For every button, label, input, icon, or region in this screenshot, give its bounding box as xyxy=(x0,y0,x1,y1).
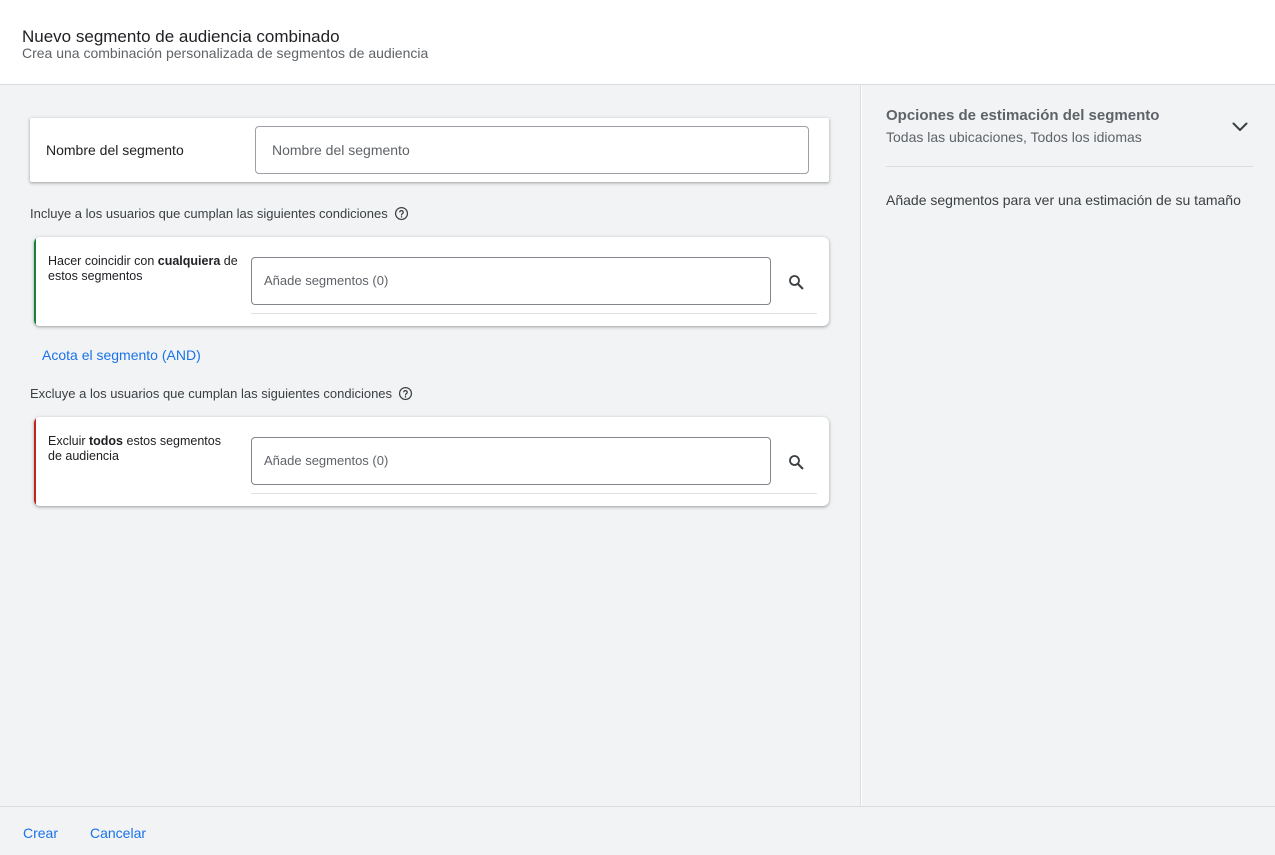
include-condition-text: Hacer coincidir con cualquiera de estos … xyxy=(48,254,238,284)
exclude-divider xyxy=(251,493,817,494)
search-icon[interactable] xyxy=(784,450,808,474)
estimation-panel: Opciones de estimación del segmento Toda… xyxy=(862,85,1275,806)
include-stripe xyxy=(34,237,36,326)
dialog-header: Nuevo segmento de audiencia combinado Cr… xyxy=(0,0,1275,85)
exclude-heading-text: Excluye a los usuarios que cumplan las s… xyxy=(30,386,393,401)
exclude-condition-card: Excluir todos estos segmentos de audienc… xyxy=(34,417,829,506)
create-button[interactable]: Crear xyxy=(23,825,58,841)
narrow-segment-link[interactable]: Acota el segmento (AND) xyxy=(42,347,201,363)
help-circle-icon[interactable] xyxy=(394,206,409,221)
exclude-heading: Excluye a los usuarios que cumplan las s… xyxy=(30,386,413,401)
segment-name-input[interactable]: Nombre del segmento xyxy=(255,126,809,174)
include-segments-input[interactable]: Añade segmentos (0) xyxy=(251,257,771,305)
include-heading: Incluye a los usuarios que cumplan las s… xyxy=(30,206,409,221)
segment-builder-panel: Nombre del segmento Nombre del segmento … xyxy=(0,85,861,806)
include-condition-card: Hacer coincidir con cualquiera de estos … xyxy=(34,237,829,326)
estimation-subtitle: Todas las ubicaciones, Todos los idiomas xyxy=(886,129,1142,145)
dialog-subtitle: Crea una combinación personalizada de se… xyxy=(22,45,429,61)
search-icon[interactable] xyxy=(784,270,808,294)
estimation-title[interactable]: Opciones de estimación del segmento xyxy=(886,107,1159,124)
estimation-empty-message: Añade segmentos para ver una estimación … xyxy=(886,192,1241,208)
exclude-condition-bold: todos xyxy=(88,434,124,448)
include-condition-bold: cualquiera xyxy=(157,254,221,268)
chevron-down-icon[interactable] xyxy=(1228,115,1252,139)
exclude-stripe xyxy=(34,417,36,506)
exclude-segments-placeholder: Añade segmentos (0) xyxy=(264,453,389,468)
cancel-button[interactable]: Cancelar xyxy=(90,825,146,841)
dialog-footer: Crear Cancelar xyxy=(0,806,1275,855)
estimation-divider xyxy=(886,166,1253,167)
include-heading-text: Incluye a los usuarios que cumplan las s… xyxy=(30,206,388,221)
segment-name-card: Nombre del segmento Nombre del segmento xyxy=(30,118,829,182)
include-segments-placeholder: Añade segmentos (0) xyxy=(264,273,389,288)
help-circle-icon[interactable] xyxy=(398,386,413,401)
exclude-condition-prefix: Excluir xyxy=(48,434,89,448)
combined-segment-dialog: Nuevo segmento de audiencia combinado Cr… xyxy=(0,0,1275,855)
include-condition-prefix: Hacer coincidir con xyxy=(48,254,158,268)
exclude-segments-input[interactable]: Añade segmentos (0) xyxy=(251,437,771,485)
segment-name-label: Nombre del segmento xyxy=(46,142,184,158)
exclude-condition-text: Excluir todos estos segmentos de audienc… xyxy=(48,434,238,464)
segment-name-placeholder: Nombre del segmento xyxy=(272,142,410,158)
include-divider xyxy=(251,313,817,314)
dialog-title: Nuevo segmento de audiencia combinado xyxy=(22,27,340,46)
